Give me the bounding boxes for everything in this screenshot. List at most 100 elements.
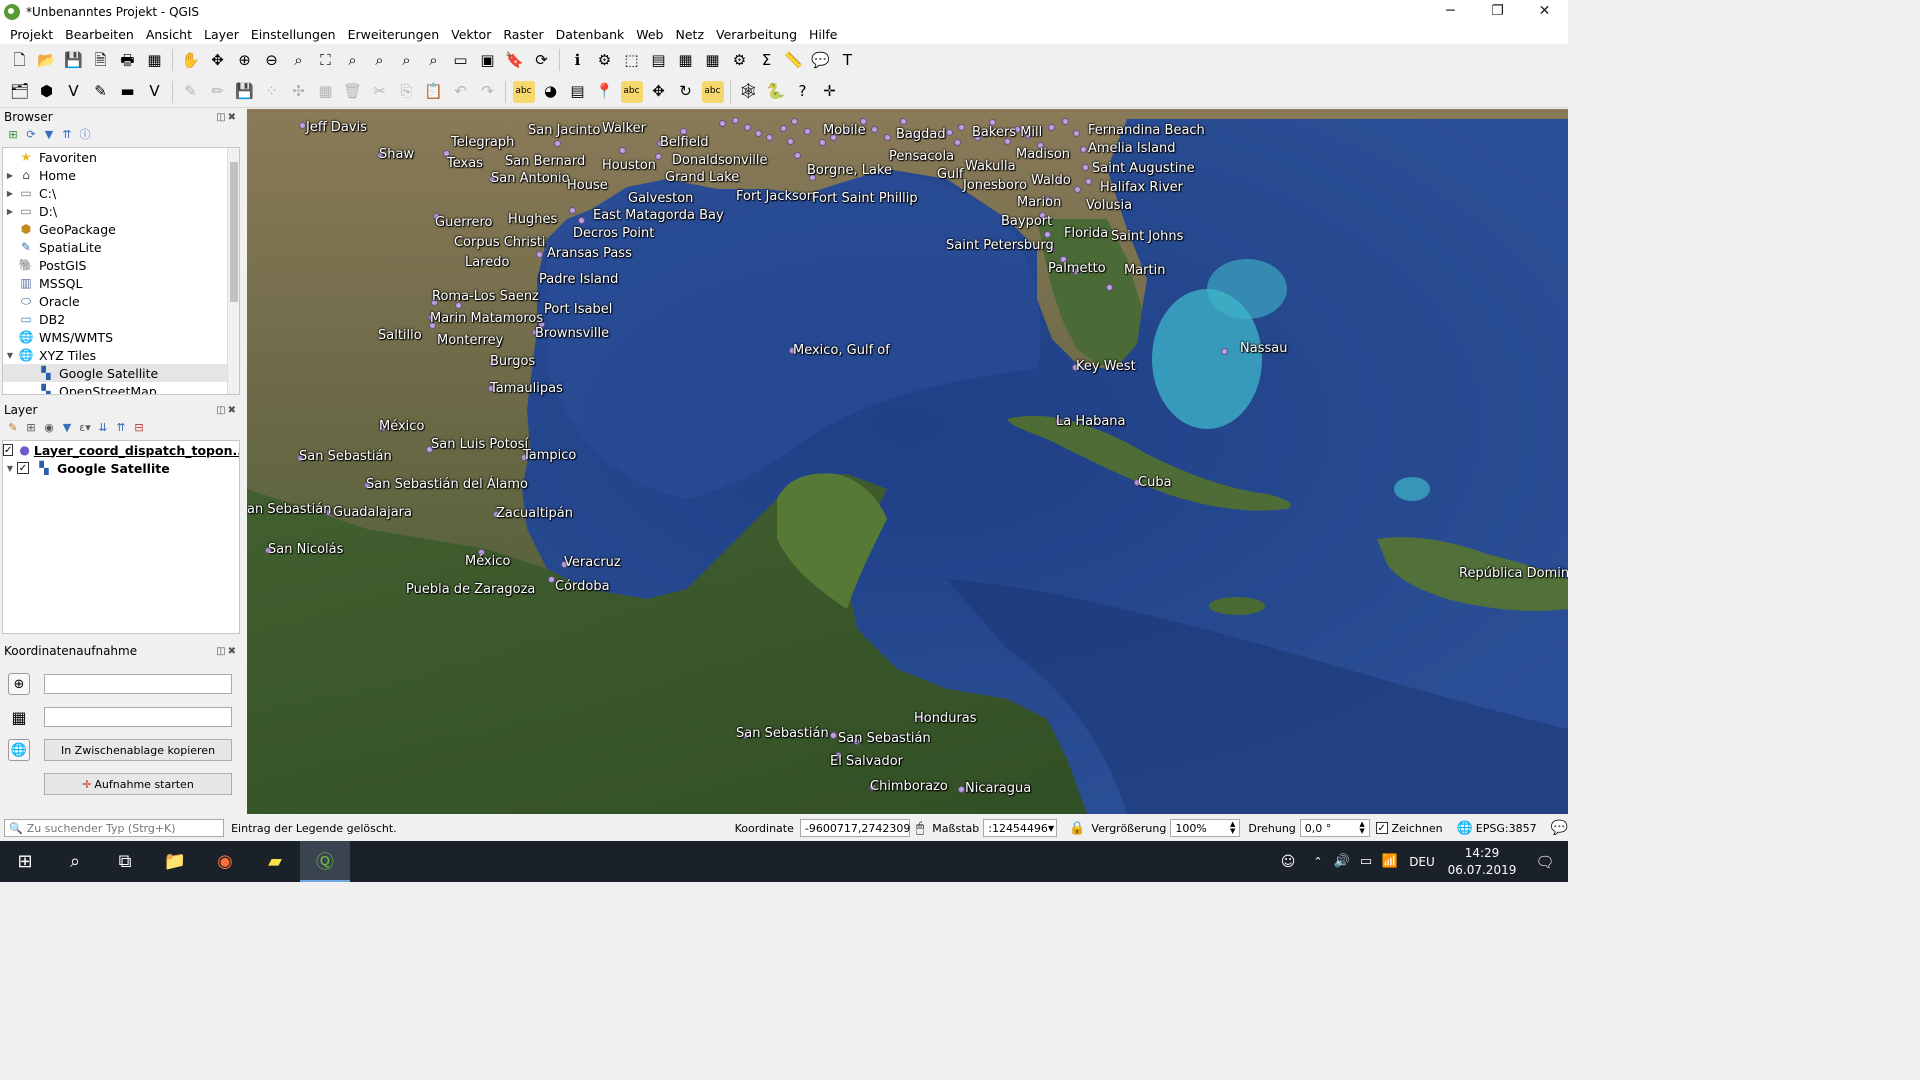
browser-tree[interactable]: ★ Favoriten ▶ ⌂ Home ▶ ▭ C:\ ▶ ▭ D:\ ⬢ GeoPackage ✎ Sp… xyxy=(2,147,240,395)
new-spatialite-icon[interactable]: ✎ xyxy=(90,81,112,103)
refresh-icon[interactable]: ⟳ xyxy=(531,49,553,71)
menu-einstellungen[interactable]: Einstellungen xyxy=(245,27,342,42)
user-crs-coordinate-field[interactable] xyxy=(44,707,232,727)
scrollbar-thumb[interactable] xyxy=(230,162,238,302)
map-crs-coordinate-field[interactable] xyxy=(44,674,232,694)
layer-style-icon[interactable]: ✎ xyxy=(4,419,22,435)
field-calculator-icon[interactable]: ▦ xyxy=(702,49,724,71)
new-temp-layer-icon[interactable]: ▬ xyxy=(117,81,139,103)
browser-item[interactable]: ⬭ Oracle xyxy=(3,292,239,310)
python-console-icon[interactable]: 🐍 xyxy=(765,81,787,103)
new-geopackage-layer-icon[interactable]: ⬢ xyxy=(36,81,58,103)
menu-bearbeiten[interactable]: Bearbeiten xyxy=(59,27,140,42)
firefox-icon[interactable]: ◉ xyxy=(200,841,250,882)
identify-icon[interactable]: ℹ xyxy=(567,49,589,71)
manage-themes-icon[interactable]: ◉ xyxy=(40,419,58,435)
menu-datenbank[interactable]: Datenbank xyxy=(550,27,631,42)
pan-icon[interactable]: ✋ xyxy=(180,49,202,71)
copy-to-clipboard-button[interactable]: In Zwischenablage kopieren xyxy=(44,739,232,761)
zoom-out-icon[interactable]: ⊖ xyxy=(261,49,283,71)
start-button-icon[interactable]: ⊞ xyxy=(0,841,50,882)
menu-web[interactable]: Web xyxy=(630,27,669,42)
open-project-icon[interactable]: 📂 xyxy=(36,49,58,71)
move-label-icon[interactable]: ✥ xyxy=(648,81,670,103)
expand-arrow-icon[interactable]: ▼ xyxy=(3,464,17,473)
menu-netz[interactable]: Netz xyxy=(670,27,711,42)
minimize-button[interactable]: ─ xyxy=(1427,0,1474,24)
browser-scrollbar[interactable] xyxy=(227,148,239,394)
task-view-icon[interactable]: ⧉ xyxy=(100,841,150,882)
delete-selected-icon[interactable]: 🗑 xyxy=(342,81,364,103)
menu-verarbeitung[interactable]: Verarbeitung xyxy=(710,27,803,42)
render-checkbox[interactable]: ✓ xyxy=(1375,822,1388,834)
expand-arrow-icon[interactable]: ▶ xyxy=(3,207,17,216)
add-layer-icon[interactable]: ⊞ xyxy=(4,126,22,142)
virtual-layer-icon[interactable]: V xyxy=(144,81,166,103)
menu-raster[interactable]: Raster xyxy=(497,27,549,42)
toggle-extents-icon[interactable]: 🖱 xyxy=(916,820,924,836)
save-project-icon[interactable]: 💾 xyxy=(63,49,85,71)
zoom-layer-icon[interactable]: ⌕ xyxy=(369,49,391,71)
volume-icon[interactable]: 🔊 xyxy=(1330,841,1354,882)
menu-vektor[interactable]: Vektor xyxy=(445,27,497,42)
browser-item[interactable]: 🐘 PostGIS xyxy=(3,256,239,274)
help-icon[interactable]: ? xyxy=(792,81,814,103)
style-manager-icon[interactable]: ▦ xyxy=(144,49,166,71)
show-hide-labels-icon[interactable]: abc xyxy=(620,80,643,103)
new-shapefile-icon[interactable]: V xyxy=(63,81,85,103)
redo-icon[interactable]: ↷ xyxy=(477,81,499,103)
magnifier-spinbox[interactable]: 100% ▲ ▼ xyxy=(1170,819,1241,837)
close-button[interactable]: ✕ xyxy=(1521,0,1568,24)
rotate-label-icon[interactable]: ↻ xyxy=(675,81,697,103)
osm-plugin-icon[interactable]: 🕸 xyxy=(738,81,760,103)
expand-arrow-icon[interactable]: ▶ xyxy=(3,171,17,180)
locator-search-input[interactable]: 🔍 Zu suchender Typ (Strg+K) xyxy=(4,819,225,837)
collapse-all-icon[interactable]: ⇈ xyxy=(58,126,76,142)
layer-item[interactable]: ▼ ✓ ▚ Google Satellite xyxy=(3,459,239,477)
label-tool-icon[interactable]: abc xyxy=(512,80,535,103)
start-capture-button[interactable]: ✛ Aufnahme starten xyxy=(44,773,232,795)
layer-item[interactable]: ✓ ● Layer_coord_dispatch_topon... xyxy=(3,441,239,459)
toolbox-icon[interactable]: ⚙ xyxy=(729,49,751,71)
zoom-selection-icon[interactable]: ⌕ xyxy=(342,49,364,71)
panel-float-close-icons[interactable]: ◫✖ xyxy=(216,112,238,123)
save-edits-icon[interactable]: 💾 xyxy=(234,81,256,103)
remove-layer-icon[interactable]: ⊟ xyxy=(130,419,148,435)
temporal-icon[interactable]: ▣ xyxy=(477,49,499,71)
save-as-icon[interactable]: 🗎 xyxy=(90,49,112,71)
browser-item[interactable]: ▚ Google Satellite xyxy=(3,364,239,382)
map-canvas[interactable]: Jeff Davis Shaw Telegraph Texas San Jacinto W… xyxy=(247,109,1568,814)
input-language[interactable]: DEU xyxy=(1402,855,1442,869)
menu-projekt[interactable]: Projekt xyxy=(4,27,59,42)
toggle-editing-icon[interactable]: ✏ xyxy=(207,81,229,103)
new-map-view-icon[interactable]: ▭ xyxy=(450,49,472,71)
layer-visibility-checkbox[interactable]: ✓ xyxy=(17,462,29,474)
browser-item[interactable]: ★ Favoriten xyxy=(3,148,239,166)
pan-to-selection-icon[interactable]: ✥ xyxy=(207,49,229,71)
vertex-tool-icon[interactable]: ✣ xyxy=(288,81,310,103)
undo-icon[interactable]: ↶ xyxy=(450,81,472,103)
data-source-manager-icon[interactable]: 🗂 xyxy=(9,81,31,103)
browser-item[interactable]: ✎ SpatiaLite xyxy=(3,238,239,256)
modify-attributes-icon[interactable]: ▦ xyxy=(315,81,337,103)
filter-icon[interactable]: ▼ xyxy=(40,126,58,142)
expand-arrow-icon[interactable]: ▶ xyxy=(3,189,17,198)
copy-features-icon[interactable]: ⎘ xyxy=(396,81,418,103)
add-feature-icon[interactable]: ⁘ xyxy=(261,81,283,103)
people-icon[interactable]: ☺ xyxy=(1270,841,1306,882)
coordinate-field[interactable]: -9600717,2742309 xyxy=(799,819,910,837)
sticky-notes-icon[interactable]: ▰ xyxy=(250,841,300,882)
browser-item[interactable]: ▶ ⌂ Home xyxy=(3,166,239,184)
bookmark-icon[interactable]: 🔖 xyxy=(504,49,526,71)
refresh-icon[interactable]: ⟳ xyxy=(22,126,40,142)
statistics-icon[interactable]: Σ xyxy=(756,49,778,71)
browser-item[interactable]: 🌐 WMS/WMTS xyxy=(3,328,239,346)
pin-labels-icon[interactable]: 📍 xyxy=(594,81,616,103)
current-edits-icon[interactable]: ✎ xyxy=(180,81,202,103)
scale-combobox[interactable]: :12454496 ▼ xyxy=(983,819,1058,837)
actions-icon[interactable]: ⚙ xyxy=(594,49,616,71)
open-attribute-table-icon[interactable]: ▦ xyxy=(675,49,697,71)
select-features-icon[interactable]: ⬚ xyxy=(621,49,643,71)
browser-item[interactable]: ▶ ▭ C:\ xyxy=(3,184,239,202)
maximize-button[interactable]: ❐ xyxy=(1474,0,1521,24)
